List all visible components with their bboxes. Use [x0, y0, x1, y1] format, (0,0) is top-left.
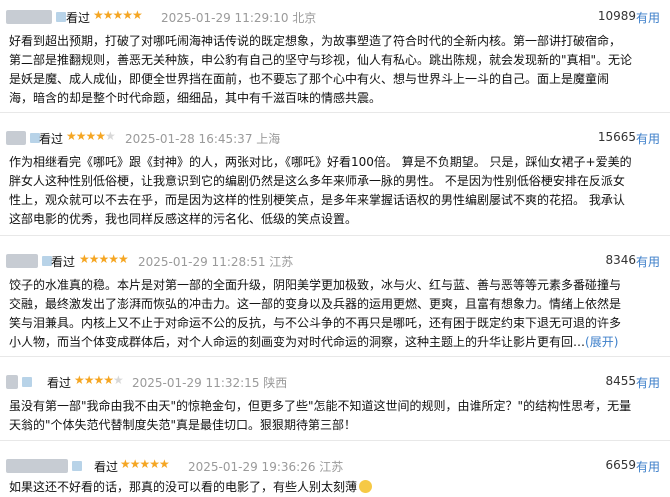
user-avatar-blurred[interactable]	[6, 10, 66, 24]
review-meta: 2025-01-29 11:32:15 陕西	[132, 376, 288, 390]
useful-button[interactable]: 有用	[636, 458, 660, 475]
rating-stars: ★★★★★	[66, 129, 116, 143]
rating-stars: ★★★★★	[74, 373, 124, 387]
useful-count: 10989	[597, 9, 636, 23]
review-meta: 2025-01-28 16:45:37 上海	[125, 132, 281, 146]
useful-count: 15665	[597, 130, 636, 144]
grinning-face-icon	[359, 480, 373, 493]
review-text: 好看到超出预期，打破了对哪吒闹海神话传说的既定想象，为故事塑造了符合时代的全新内…	[9, 34, 633, 105]
review-text: 作为相继看完《哪吒》跟《封神》的人，两张对比，《哪吒》好看100倍。 算是不负期…	[9, 155, 632, 226]
review-text: 如果这还不好看的话，那真的没可以看的电影了，有些人别太刻薄	[9, 478, 661, 497]
divider	[0, 356, 670, 357]
rating-stars: ★★★★★	[120, 457, 170, 471]
rating-stars: ★★★★★	[79, 252, 129, 266]
watch-status: 看过	[66, 11, 91, 25]
watch-status: 看过	[94, 460, 119, 474]
user-avatar-blurred[interactable]	[6, 131, 40, 145]
review-meta: 2025-01-29 11:29:10 北京	[161, 11, 317, 25]
watch-status: 看过	[47, 376, 72, 390]
useful-count: 8455	[605, 374, 636, 388]
expand-link[interactable]: (展开)	[585, 335, 618, 349]
review-meta: 2025-01-29 19:36:26 江苏	[188, 460, 344, 474]
useful-button[interactable]: 有用	[636, 130, 660, 147]
divider	[0, 440, 670, 441]
useful-button[interactable]: 有用	[636, 374, 660, 391]
divider	[0, 112, 670, 113]
useful-button[interactable]: 有用	[636, 9, 660, 26]
rating-stars: ★★★★★	[93, 8, 143, 22]
useful-count: 6659	[605, 458, 636, 472]
review-text: 虽没有第一部"我命由我不由天"的惊艳金句，但更多了些"怎能不知道这世间的规则，由…	[9, 399, 632, 432]
user-avatar-blurred[interactable]	[6, 375, 32, 389]
review-text: 饺子的水准真的稳。本片是对第一部的全面升级，阴阳美学更加极致，冰与火、红与蓝、善…	[9, 278, 622, 349]
user-avatar-blurred[interactable]	[6, 459, 82, 473]
review-meta: 2025-01-29 11:28:51 江苏	[138, 255, 294, 269]
user-avatar-blurred[interactable]	[6, 254, 52, 268]
watch-status: 看过	[39, 132, 64, 146]
watch-status: 看过	[51, 255, 76, 269]
useful-button[interactable]: 有用	[636, 253, 660, 270]
divider	[0, 235, 670, 236]
useful-count: 8346	[605, 253, 636, 267]
